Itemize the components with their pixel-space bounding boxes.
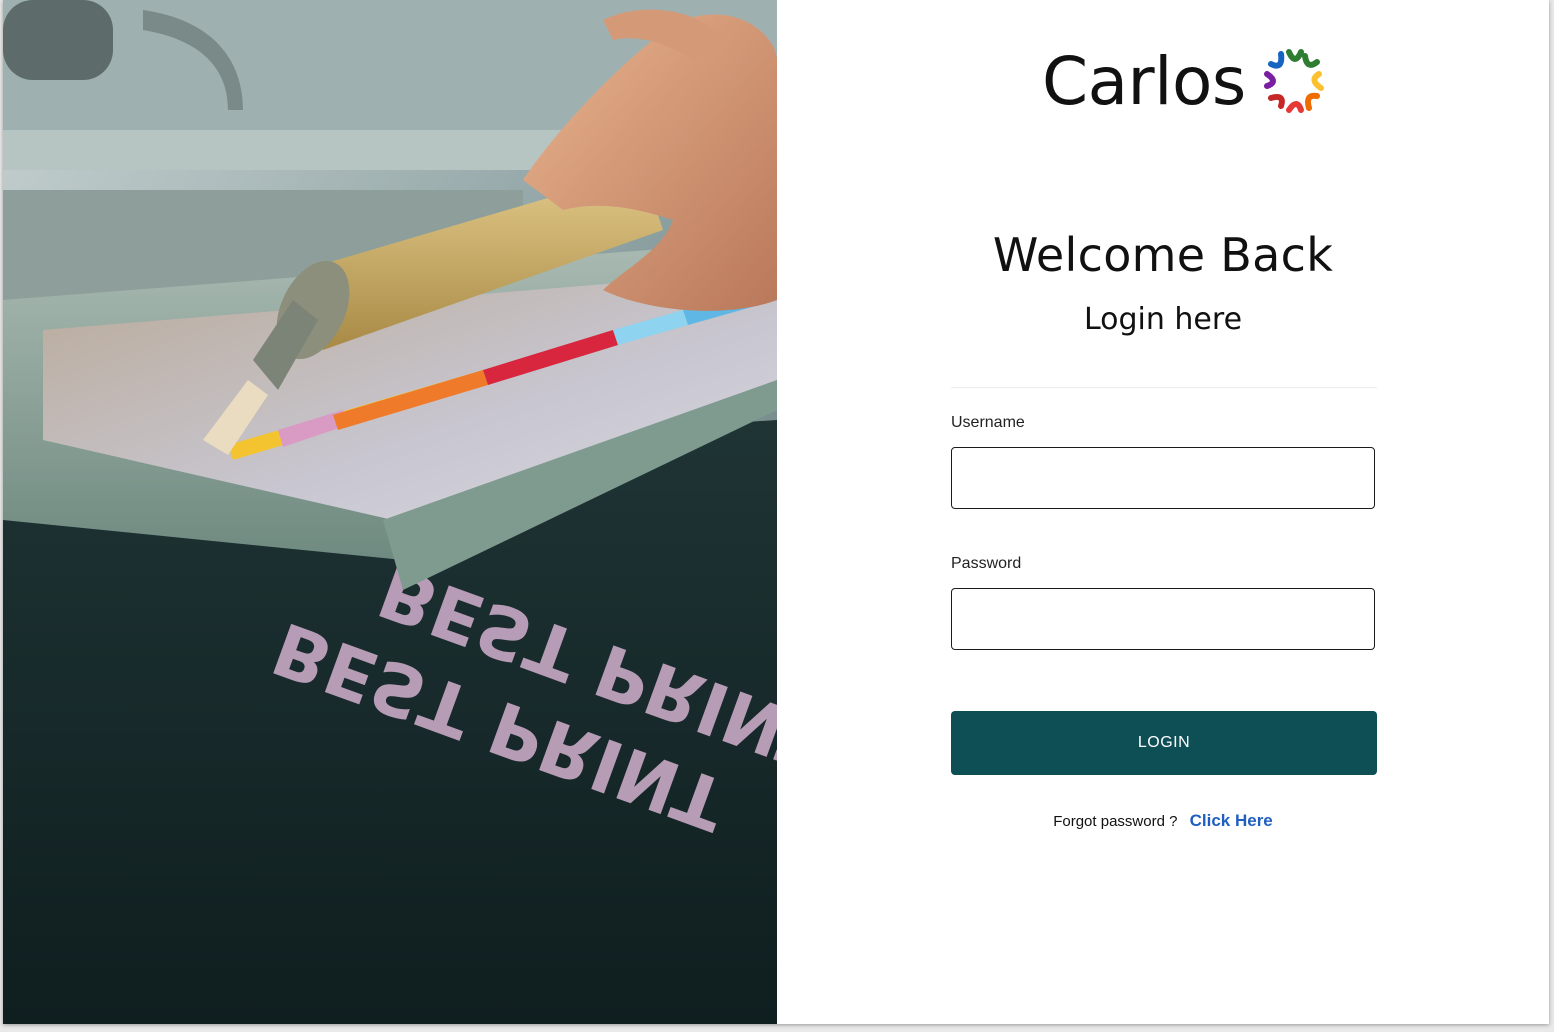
divider: [951, 387, 1377, 388]
username-input[interactable]: [951, 447, 1375, 509]
login-window: BEST PRINT BEST PRINT Carlos Welcome Bac…: [3, 0, 1549, 1024]
username-label: Username: [951, 414, 1025, 431]
forgot-password-link[interactable]: Click Here: [1190, 811, 1273, 830]
welcome-title: Welcome Back: [992, 228, 1334, 282]
brand-logo: Carlos: [1042, 44, 1328, 120]
flower-logo-icon: [1263, 49, 1324, 113]
forgot-password-text: Forgot password ?: [1053, 813, 1178, 830]
login-panel: Carlos Welcome Back Login here Username …: [777, 0, 1549, 1024]
login-subtitle: Login here: [1083, 302, 1243, 337]
brand-name: Carlos: [1042, 43, 1246, 120]
password-input[interactable]: [951, 588, 1375, 650]
login-button[interactable]: LOGIN: [951, 711, 1377, 775]
screen-printing-photo: BEST PRINT BEST PRINT: [3, 0, 777, 1024]
password-label: Password: [951, 555, 1022, 572]
forgot-password-row: Forgot password ? Click Here: [777, 811, 1549, 831]
